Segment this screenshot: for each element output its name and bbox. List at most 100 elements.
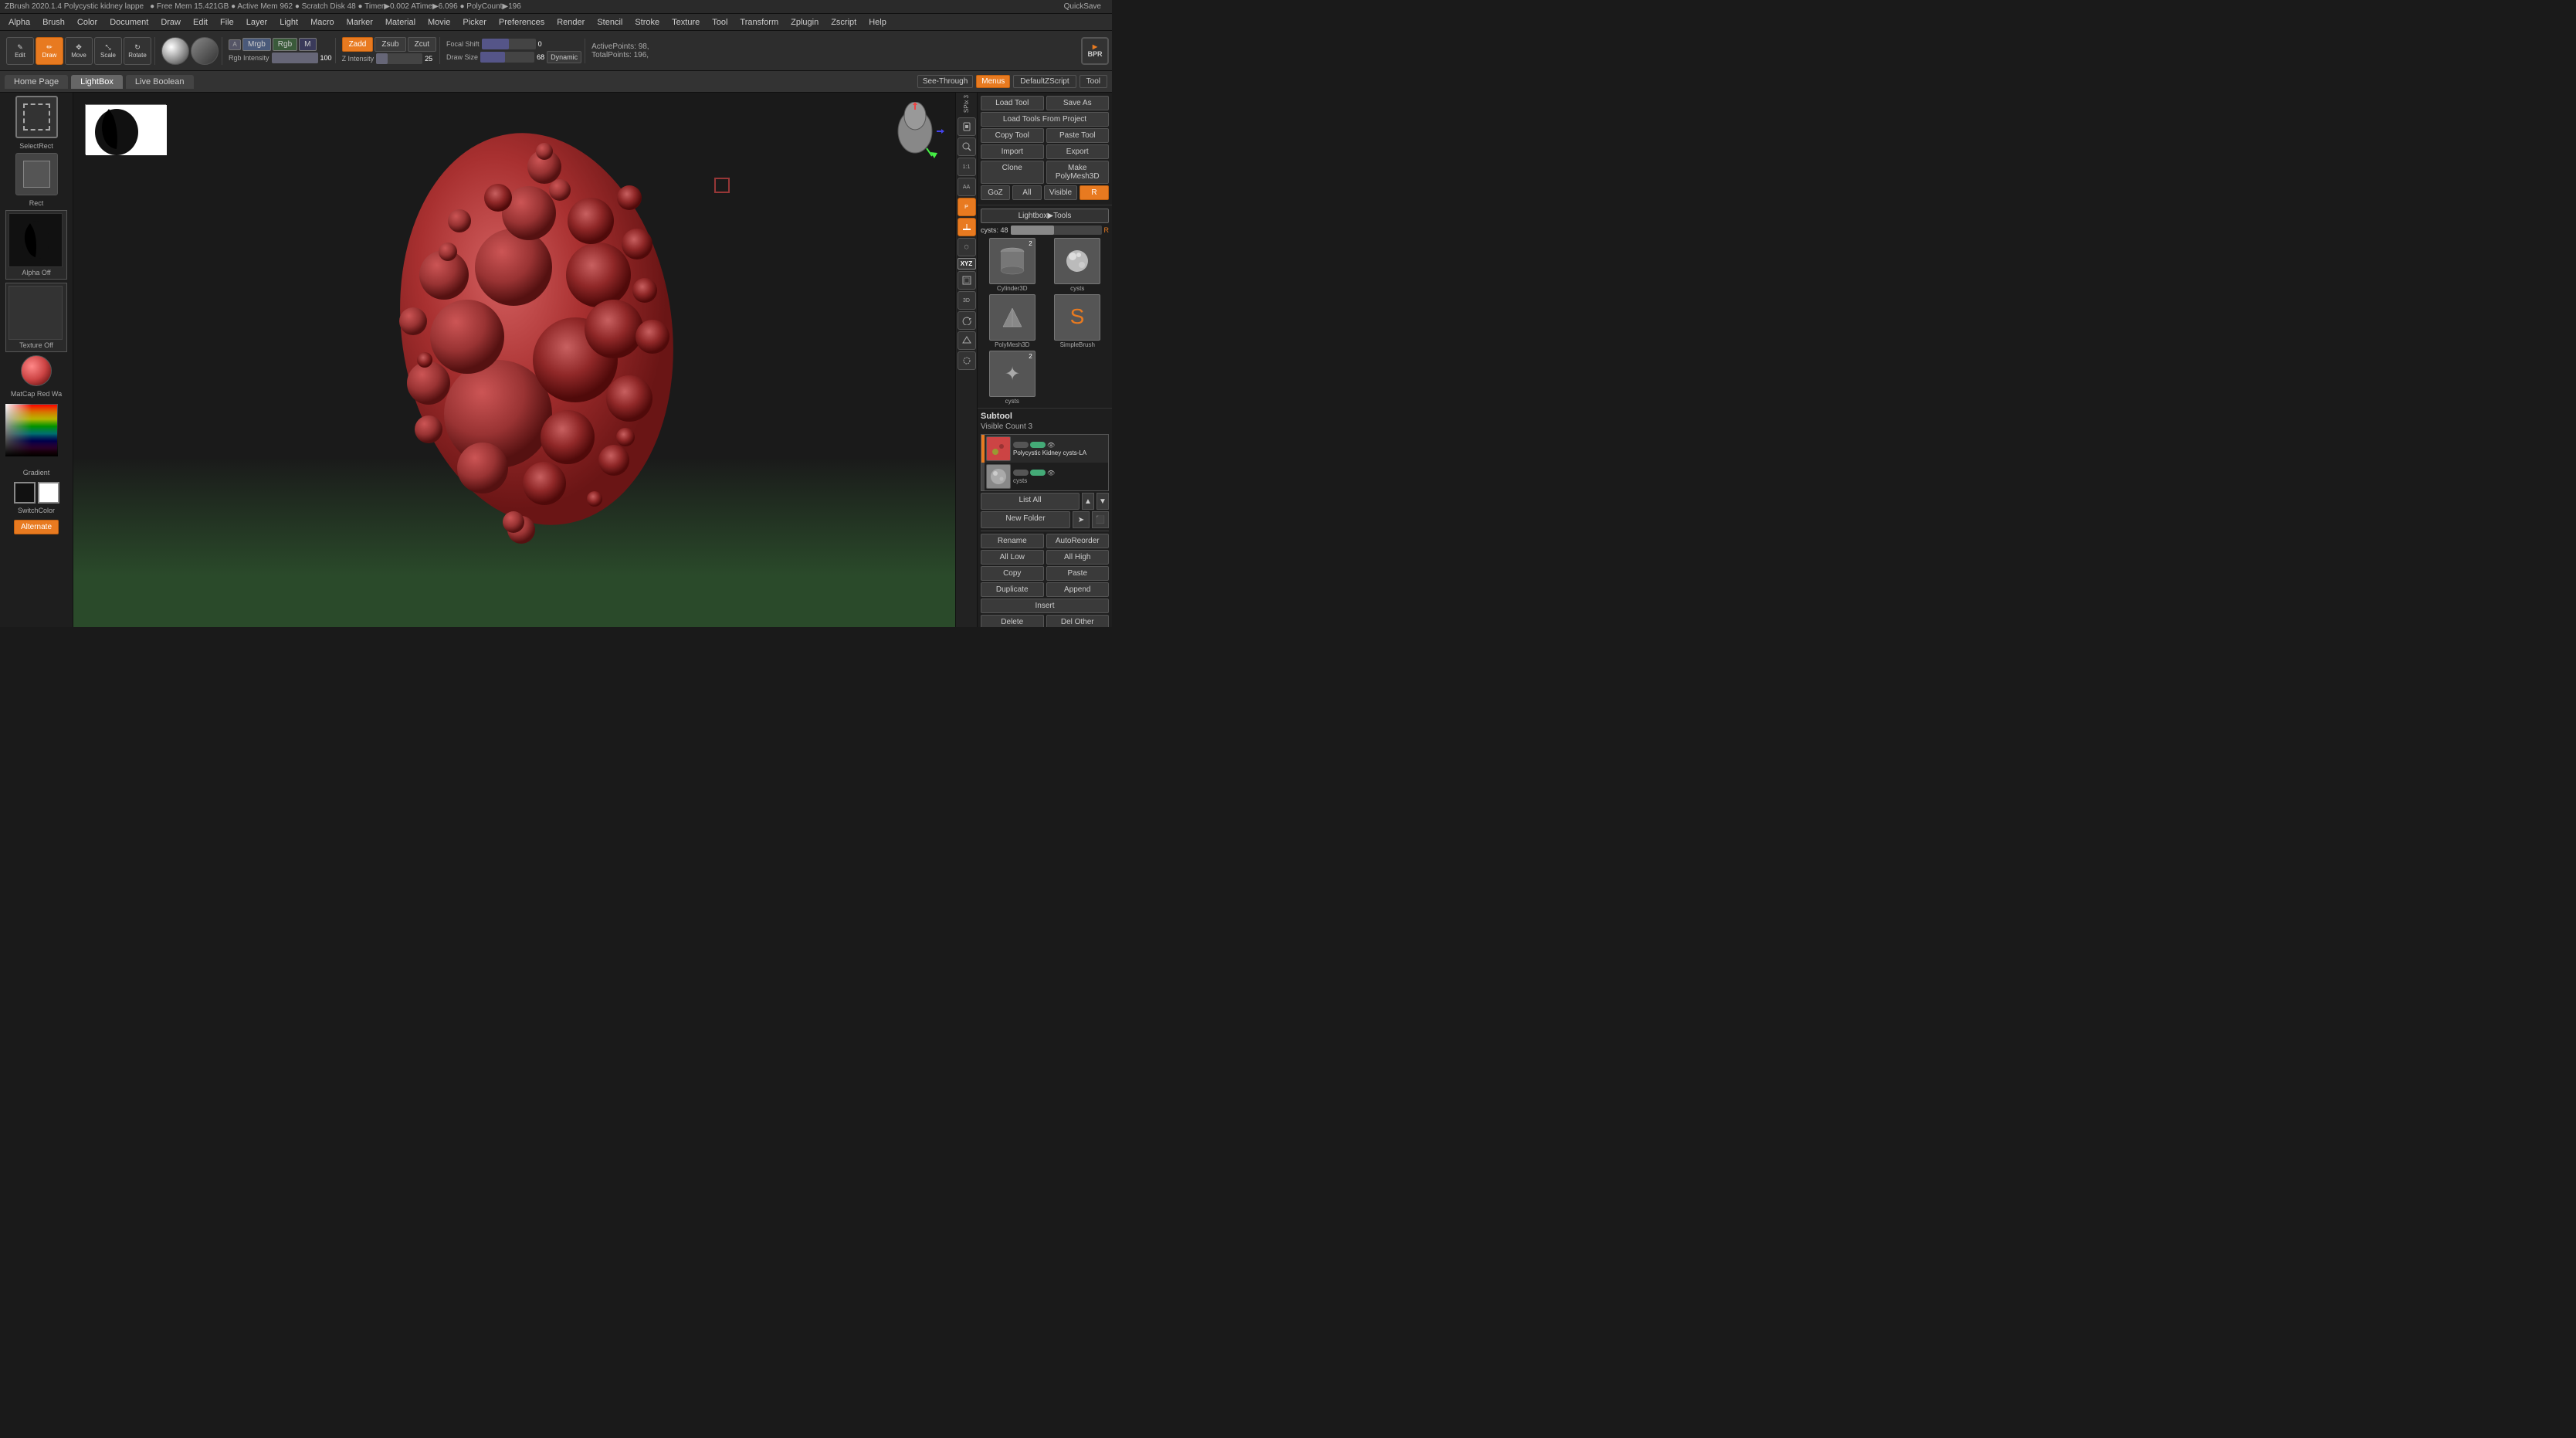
fg-color-swatch[interactable] xyxy=(14,482,36,504)
menu-edit[interactable]: Edit xyxy=(188,16,213,29)
alternate-btn[interactable]: Alternate xyxy=(14,520,59,534)
lightbox-tools-btn[interactable]: Lightbox▶Tools xyxy=(981,209,1109,223)
tool-label-btn[interactable]: Tool xyxy=(1080,75,1107,88)
frame-btn[interactable] xyxy=(958,271,976,290)
menu-texture[interactable]: Texture xyxy=(666,16,705,29)
menu-file[interactable]: File xyxy=(215,16,239,29)
persp-btn[interactable]: P xyxy=(958,198,976,216)
copy-tool-btn[interactable]: Copy Tool xyxy=(981,128,1044,143)
import-btn[interactable]: Import xyxy=(981,144,1044,159)
scale-mode-btn[interactable]: ⤡ Scale xyxy=(94,37,122,65)
list-down-btn[interactable]: ▼ xyxy=(1096,493,1109,510)
cysts-slider[interactable] xyxy=(1011,226,1102,235)
goz-btn[interactable]: GoZ xyxy=(981,185,1010,200)
subtool-cysts-visibility-toggle[interactable] xyxy=(1013,470,1029,476)
rgb-intensity-slider[interactable] xyxy=(272,53,318,63)
menu-macro[interactable]: Macro xyxy=(305,16,340,29)
menu-light[interactable]: Light xyxy=(274,16,303,29)
menu-marker[interactable]: Marker xyxy=(341,16,378,29)
delete-btn[interactable]: Delete xyxy=(981,615,1044,627)
new-folder-btn[interactable]: New Folder xyxy=(981,511,1070,528)
all-btn[interactable]: All xyxy=(1012,185,1042,200)
matcap-btn[interactable] xyxy=(21,355,52,386)
tool-item-cysts[interactable]: cysts xyxy=(1046,238,1110,292)
home-page-tab[interactable]: Home Page xyxy=(5,75,68,89)
save-as-btn[interactable]: Save As xyxy=(1046,96,1110,110)
tool-item-simplebrush[interactable]: S SimpleBrush xyxy=(1046,294,1110,348)
view-gizmo[interactable] xyxy=(884,102,946,164)
del-other-btn[interactable]: Del Other xyxy=(1046,615,1110,627)
auto-reorder-btn[interactable]: AutoReorder xyxy=(1046,534,1110,548)
see-through-btn[interactable]: See-Through xyxy=(917,75,973,88)
polyf-btn[interactable] xyxy=(958,331,976,350)
transp-btn[interactable] xyxy=(958,351,976,370)
duplicate-btn[interactable]: Duplicate xyxy=(981,582,1044,597)
menu-brush[interactable]: Brush xyxy=(37,16,70,29)
rotate-btn[interactable] xyxy=(958,311,976,330)
live-boolean-tab[interactable]: Live Boolean xyxy=(126,75,194,89)
copy-btn[interactable]: Copy xyxy=(981,566,1044,581)
folder-extra-btn[interactable]: ⬛ xyxy=(1092,511,1109,528)
xyz-btn[interactable]: XYZ xyxy=(958,258,976,270)
folder-action-btn[interactable]: ➤ xyxy=(1073,511,1090,528)
menu-render[interactable]: Render xyxy=(551,16,590,29)
all-low-btn[interactable]: All Low xyxy=(981,550,1044,565)
alpha-off-section[interactable]: Alpha Off xyxy=(5,210,67,280)
rect-btn[interactable] xyxy=(15,153,58,195)
edit-mode-btn[interactable]: ✎ Edit xyxy=(6,37,34,65)
subtool-item-cysts[interactable]: 👁 cysts xyxy=(981,463,1108,490)
quicksave-btn[interactable]: QuickSave xyxy=(1064,2,1101,11)
make-polymesh3d-btn[interactable]: Make PolyMesh3D xyxy=(1046,161,1110,184)
menu-zscript[interactable]: Zscript xyxy=(825,16,862,29)
insert-btn[interactable]: Insert xyxy=(981,599,1109,613)
menu-alpha[interactable]: Alpha xyxy=(3,16,36,29)
focal-shift-slider[interactable] xyxy=(482,39,536,49)
export-btn[interactable]: Export xyxy=(1046,144,1110,159)
bpr-btn[interactable]: ▶ BPR xyxy=(1081,37,1109,65)
texture-off-section[interactable]: Texture Off xyxy=(5,283,67,352)
menus-btn[interactable]: Menus xyxy=(976,75,1010,88)
scroll-btn[interactable] xyxy=(958,117,976,136)
model-viewport[interactable] xyxy=(135,124,938,534)
menu-movie[interactable]: Movie xyxy=(422,16,456,29)
menu-material[interactable]: Material xyxy=(380,16,421,29)
dynamic-btn[interactable]: Dynamic xyxy=(547,51,581,63)
draw-size-slider[interactable] xyxy=(480,52,534,63)
sphere-preview[interactable] xyxy=(161,37,189,65)
load-tools-from-project-btn[interactable]: Load Tools From Project xyxy=(981,112,1109,127)
color-picker-area[interactable] xyxy=(5,404,67,466)
menu-tool[interactable]: Tool xyxy=(707,16,733,29)
lsym-btn[interactable]: ⬡ xyxy=(958,238,976,256)
rgb-btn[interactable]: Rgb xyxy=(273,38,297,51)
color-spectrum[interactable] xyxy=(5,404,58,456)
draw-mode-btn[interactable]: ✏ Draw xyxy=(36,37,63,65)
visible-btn[interactable]: Visible xyxy=(1044,185,1077,200)
menu-stencil[interactable]: Stencil xyxy=(591,16,628,29)
tool-item-polymesh[interactable]: PolyMesh3D xyxy=(981,294,1044,348)
tool-item-cysts2[interactable]: 2 ✦ cysts xyxy=(981,351,1044,405)
menu-transform[interactable]: Transform xyxy=(734,16,784,29)
list-all-btn[interactable]: List All xyxy=(981,493,1080,510)
menu-help[interactable]: Help xyxy=(863,16,892,29)
menu-zplugin[interactable]: Zplugin xyxy=(785,16,824,29)
subtool-item-active[interactable]: 👁 Polycystic Kidney cysts-LA xyxy=(981,435,1108,463)
menu-layer[interactable]: Layer xyxy=(241,16,273,29)
menu-color[interactable]: Color xyxy=(72,16,103,29)
r-btn[interactable]: R xyxy=(1080,185,1109,200)
paste-btn[interactable]: Paste xyxy=(1046,566,1110,581)
subtool-lock-toggle[interactable] xyxy=(1030,442,1046,448)
tool-item-cylinder[interactable]: 2 Cylinder3D xyxy=(981,238,1044,292)
zadd-btn[interactable]: Zadd xyxy=(342,37,374,52)
z-intensity-slider[interactable] xyxy=(376,53,422,64)
menu-document[interactable]: Document xyxy=(104,16,154,29)
zsub-btn[interactable]: Zsub xyxy=(375,37,405,52)
lightbox-tab[interactable]: LightBox xyxy=(71,75,123,89)
actual-btn[interactable]: 1:1 xyxy=(958,158,976,176)
all-high-btn[interactable]: All High xyxy=(1046,550,1110,565)
menu-stroke[interactable]: Stroke xyxy=(629,16,665,29)
subtool-cysts-lock-toggle[interactable] xyxy=(1030,470,1046,476)
a-btn[interactable]: A xyxy=(229,39,241,50)
clone-btn[interactable]: Clone xyxy=(981,161,1044,184)
list-up-btn[interactable]: ▲ xyxy=(1082,493,1094,510)
move-mode-btn[interactable]: ✥ Move xyxy=(65,37,93,65)
